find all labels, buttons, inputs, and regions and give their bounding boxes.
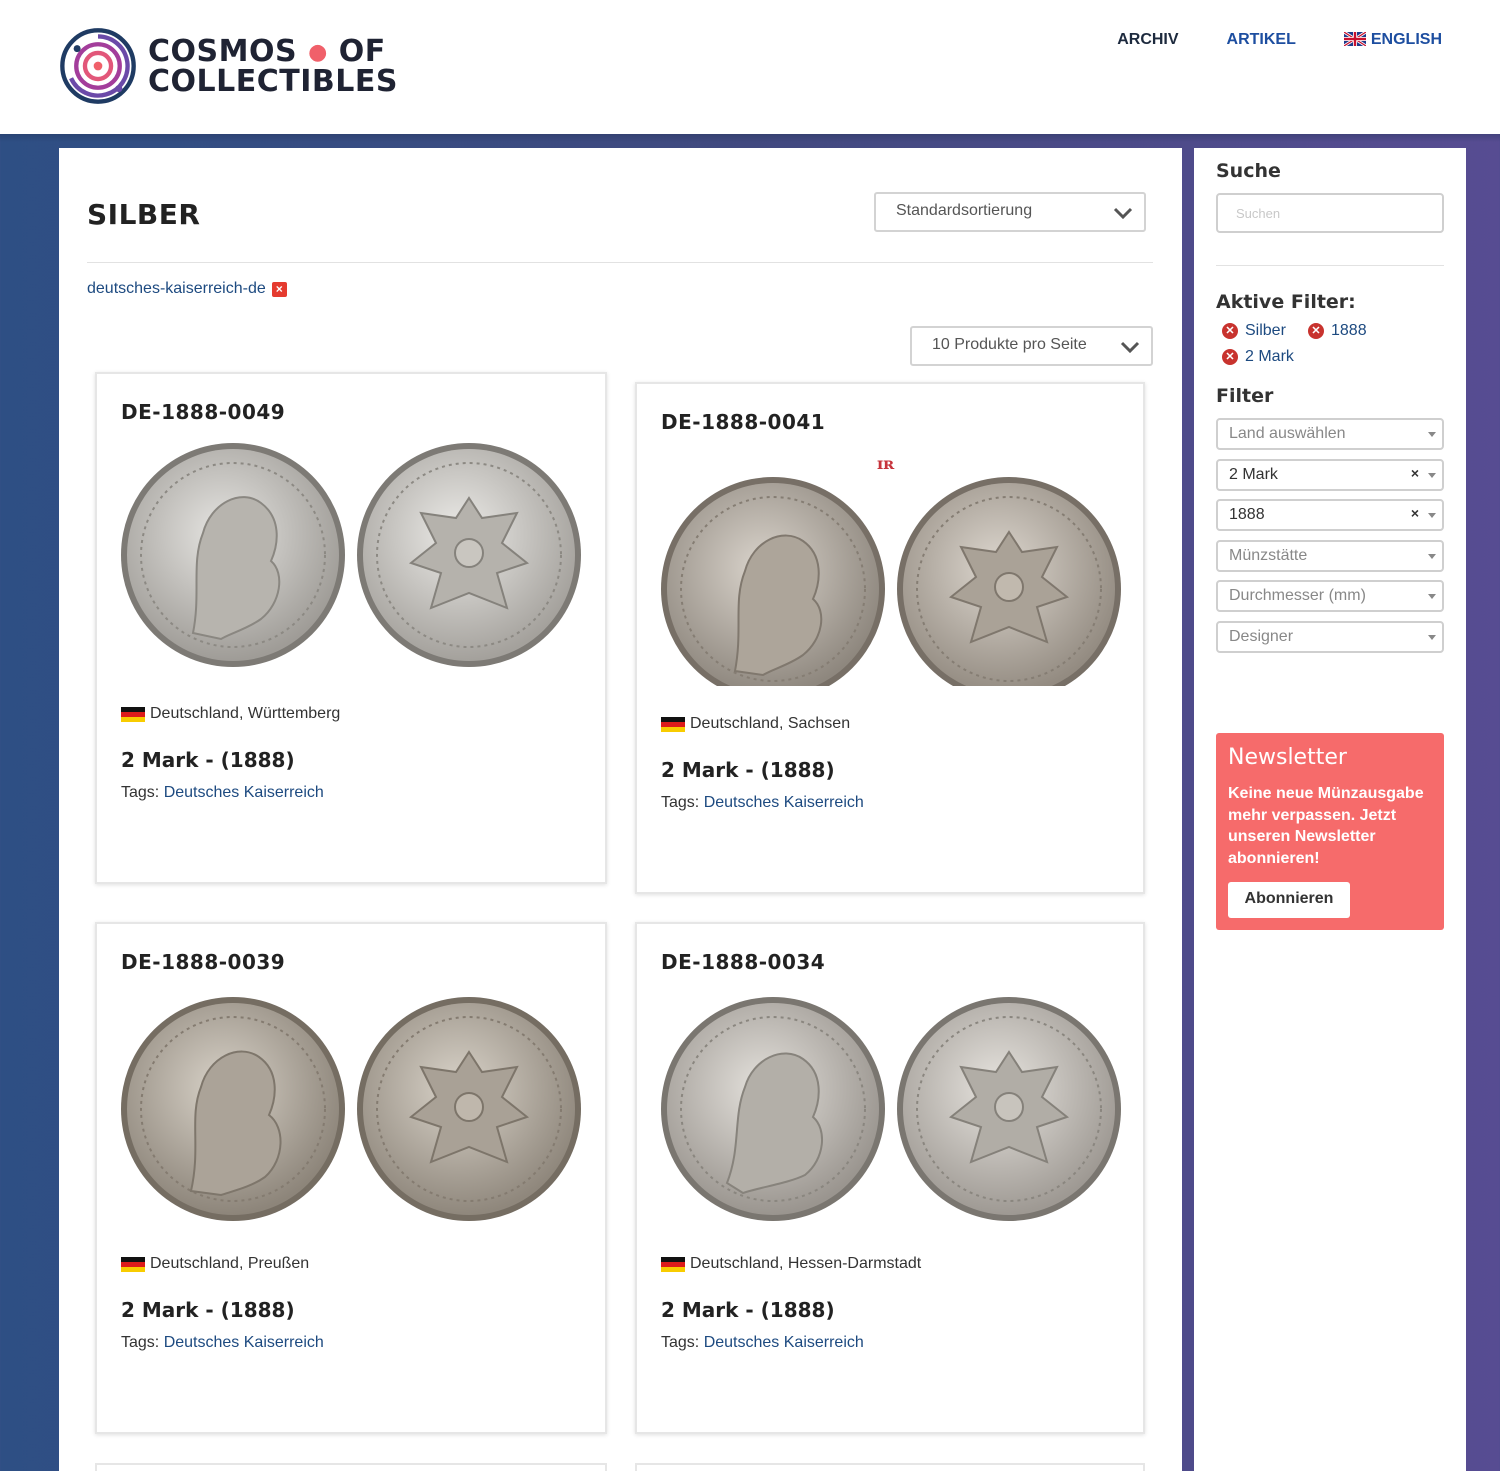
tag-link[interactable]: Deutsches Kaiserreich — [164, 784, 324, 801]
coin-reverse-image — [357, 443, 581, 667]
product-card[interactable]: DE-1888-0041 ɪʀ Deutschland, Sachsen 2 M… — [635, 382, 1145, 894]
logo-rings-icon — [60, 28, 136, 104]
product-card[interactable]: DE-1888-0049 Deutschland, Württemberg 2 … — [95, 372, 607, 884]
active-filter-2-mark[interactable]: ✕ 2 Mark — [1222, 348, 1294, 366]
product-country: Deutschland, Sachsen — [661, 715, 850, 733]
nav-artikel[interactable]: ARTIKEL — [1227, 31, 1296, 49]
germany-flag-icon — [661, 1256, 685, 1272]
caret-down-icon — [1428, 594, 1436, 599]
remove-tag-icon[interactable]: × — [271, 281, 287, 297]
designer-select[interactable]: Designer — [1216, 621, 1444, 653]
clear-icon[interactable]: × — [1411, 465, 1419, 481]
remove-filter-icon[interactable]: ✕ — [1222, 349, 1238, 365]
coin-images[interactable] — [121, 994, 583, 1224]
per-page-select[interactable]: 10 Produkte pro Seite — [910, 326, 1153, 366]
sort-select[interactable]: Standardsortierung — [874, 192, 1146, 232]
mint-select[interactable]: Münzstätte — [1216, 540, 1444, 572]
caret-down-icon — [1428, 432, 1436, 437]
caret-down-icon — [1428, 635, 1436, 640]
product-tags: Tags: Deutsches Kaiserreich — [121, 784, 324, 801]
germany-flag-icon — [661, 716, 685, 732]
country-select[interactable]: Land auswählen — [1216, 418, 1444, 450]
page-title: SILBER — [87, 198, 201, 231]
product-country: Deutschland, Württemberg — [121, 705, 340, 723]
active-tag-filter[interactable]: deutsches-kaiserreich-de × — [87, 280, 287, 298]
product-tags: Tags: Deutsches Kaiserreich — [121, 1334, 324, 1351]
nav-archiv[interactable]: ARCHIV — [1117, 31, 1178, 49]
site-header: COSMOS ● OF COLLECTIBLES ARCHIV ARTIKEL … — [0, 0, 1500, 134]
product-code[interactable]: DE-1888-0039 — [121, 950, 285, 974]
chevron-down-icon — [1113, 207, 1133, 220]
filter-heading: Filter — [1216, 385, 1274, 407]
product-tags: Tags: Deutsches Kaiserreich — [661, 1334, 864, 1351]
coin-images[interactable] — [661, 994, 1123, 1224]
product-denomination: 2 Mark - (1888) — [661, 1298, 835, 1322]
active-filter-1888[interactable]: ✕ 1888 — [1308, 322, 1367, 340]
tag-link[interactable]: Deutsches Kaiserreich — [164, 1334, 324, 1351]
subscribe-button[interactable]: Abonnieren — [1228, 882, 1350, 918]
divider — [87, 262, 1153, 263]
product-country: Deutschland, Preußen — [121, 1255, 309, 1273]
product-denomination: 2 Mark - (1888) — [121, 748, 295, 772]
uk-flag-icon — [1343, 32, 1366, 46]
coin-obverse-image — [121, 997, 345, 1221]
germany-flag-icon — [121, 1256, 145, 1272]
main-nav: ARCHIV ARTIKEL ENGLISH — [1117, 31, 1442, 49]
site-logo[interactable]: COSMOS ● OF COLLECTIBLES — [58, 20, 398, 112]
coin-reverse-image — [897, 477, 1121, 686]
logo-wordmark: COSMOS ● OF COLLECTIBLES — [148, 33, 398, 99]
caret-down-icon — [1428, 473, 1436, 478]
active-filters-heading: Aktive Filter: — [1216, 291, 1356, 313]
newsletter-box: Newsletter Keine neue Münzausgabe mehr v… — [1216, 733, 1444, 930]
remove-filter-icon[interactable]: ✕ — [1222, 323, 1238, 339]
remove-filter-icon[interactable]: ✕ — [1308, 323, 1324, 339]
active-filter-silber[interactable]: ✕ Silber — [1222, 322, 1286, 340]
active-tag-label: deutsches-kaiserreich-de — [87, 280, 266, 297]
product-card[interactable]: DE-1888-0039 Deutschland, Preußen 2 Mark… — [95, 922, 607, 1434]
coin-reverse-image — [357, 997, 581, 1221]
newsletter-title: Newsletter — [1228, 745, 1347, 770]
product-code[interactable]: DE-1888-0034 — [661, 950, 825, 974]
coin-reverse-image — [897, 997, 1121, 1221]
diameter-select[interactable]: Durchmesser (mm) — [1216, 580, 1444, 612]
caret-down-icon — [1428, 513, 1436, 518]
product-tags: Tags: Deutsches Kaiserreich — [661, 794, 864, 811]
logo-dot: ● — [308, 39, 328, 65]
tag-link[interactable]: Deutsches Kaiserreich — [704, 794, 864, 811]
product-code[interactable]: DE-1888-0041 — [661, 410, 825, 434]
per-page-value: 10 Produkte pro Seite — [932, 336, 1087, 353]
germany-flag-icon — [121, 706, 145, 722]
coin-images[interactable] — [661, 474, 1123, 686]
tag-link[interactable]: Deutsches Kaiserreich — [704, 1334, 864, 1351]
newsletter-text: Keine neue Münzausgabe mehr verpassen. J… — [1228, 785, 1424, 867]
divider — [1216, 265, 1444, 266]
chevron-down-icon — [1120, 341, 1140, 354]
product-card[interactable]: DE-1888-0034 Deutschland, Hessen-Darmsta… — [635, 922, 1145, 1434]
caret-down-icon — [1428, 554, 1436, 559]
sidebar: Suche Aktive Filter: ✕ Silber ✕ 1888 ✕ 2… — [1194, 148, 1466, 1471]
product-denomination: 2 Mark - (1888) — [661, 758, 835, 782]
product-code[interactable]: DE-1888-0049 — [121, 400, 285, 424]
product-card-partial[interactable] — [95, 1463, 607, 1471]
product-denomination: 2 Mark - (1888) — [121, 1298, 295, 1322]
coin-obverse-image — [121, 443, 345, 667]
denomination-select[interactable]: 2 Mark × — [1216, 459, 1444, 491]
sort-select-value: Standardsortierung — [896, 202, 1033, 219]
year-select[interactable]: 1888 × — [1216, 499, 1444, 531]
clear-icon[interactable]: × — [1411, 505, 1419, 521]
search-heading: Suche — [1216, 160, 1281, 182]
mint-mark-logo: ɪʀ — [877, 454, 895, 473]
main-content: SILBER Standardsortierung deutsches-kais… — [59, 148, 1182, 1471]
coin-images[interactable] — [121, 440, 583, 670]
search-input[interactable] — [1216, 193, 1444, 233]
coin-obverse-image — [661, 477, 885, 686]
nav-language-english[interactable]: ENGLISH — [1343, 31, 1442, 49]
coin-obverse-image — [661, 997, 885, 1221]
product-country: Deutschland, Hessen-Darmstadt — [661, 1255, 921, 1273]
product-card-partial[interactable] — [635, 1463, 1145, 1471]
